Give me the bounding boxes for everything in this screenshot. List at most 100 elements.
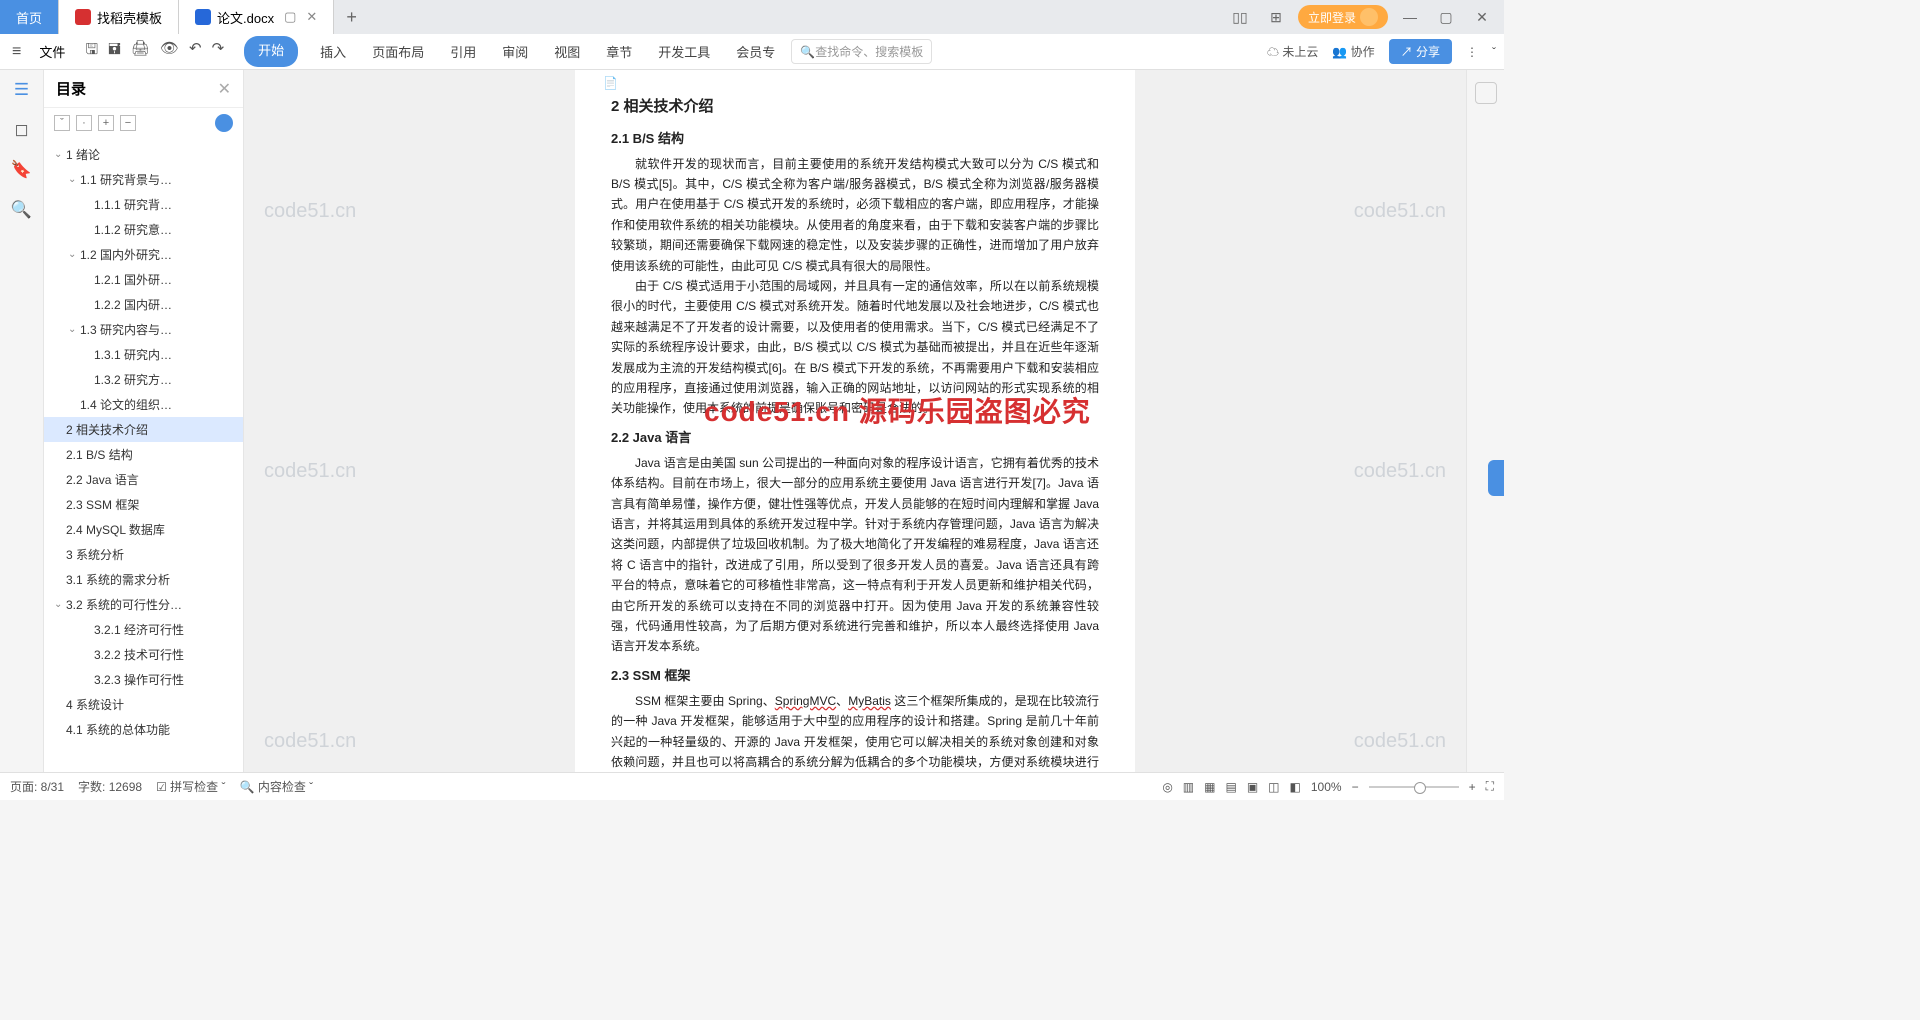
page-marker-icon[interactable]: 📄 [603,73,621,91]
view-read-icon[interactable]: ▣ [1247,780,1258,794]
ribbon-tab-review[interactable]: 审阅 [498,36,532,67]
outline-item[interactable]: 3.2.1 经济可行性 [44,617,243,642]
undo-icon[interactable]: ↶ [189,39,202,64]
collapse-ribbon-icon[interactable]: ˇ [1492,45,1496,59]
outline-item[interactable]: ⌄1.2 国内外研究… [44,242,243,267]
zoom-slider[interactable] [1369,786,1459,788]
close-icon[interactable]: ✕ [306,9,317,25]
ribbon-tab-devtools[interactable]: 开发工具 [654,36,714,67]
add-tab-button[interactable]: + [334,7,369,28]
close-window-icon[interactable]: ✕ [1468,3,1496,31]
ribbon-tab-insert[interactable]: 插入 [316,36,350,67]
login-label: 立即登录 [1308,9,1356,26]
outline-item[interactable]: 4.1 系统的总体功能 [44,717,243,742]
tab-template[interactable]: 找稻壳模板 [59,0,179,34]
ribbon-tab-member[interactable]: 会员专 [732,36,779,67]
outline-item[interactable]: 2.3 SSM 框架 [44,492,243,517]
minimize-icon[interactable]: — [1396,3,1424,31]
maximize-icon[interactable]: ▢ [1432,3,1460,31]
feedback-tab[interactable] [1488,460,1504,496]
outline-item[interactable]: 2 相关技术介绍 [44,417,243,442]
search-nav-icon[interactable]: 🔍 [11,200,32,220]
eye-icon[interactable]: ◎ [1162,780,1172,794]
file-menu[interactable]: 文件 [31,38,73,65]
tab-home[interactable]: 首页 [0,0,59,34]
outline-item[interactable]: 3 系统分析 [44,542,243,567]
ribbon-tab-sections[interactable]: 章节 [602,36,636,67]
view-outline-icon[interactable]: ▤ [1225,780,1236,794]
outline-item[interactable]: 4 系统设计 [44,692,243,717]
ribbon-search[interactable]: 🔍 查找命令、搜索模板 [791,39,932,64]
redo-icon[interactable]: ↷ [212,39,225,64]
outline-item[interactable]: ⌄1 绪论 [44,142,243,167]
outline-close-icon[interactable]: ✕ [218,79,231,99]
outline-title: 目录 [56,78,86,99]
tab-document[interactable]: 论文.docx▢✕ [179,0,334,34]
view-page-icon[interactable]: ▥ [1183,780,1194,794]
ribbon-tab-layout[interactable]: 页面布局 [368,36,428,67]
outline-item[interactable]: 2.1 B/S 结构 [44,442,243,467]
ruler-icon[interactable]: ◧ [1290,780,1301,794]
outline-item[interactable]: 1.3.2 研究方… [44,367,243,392]
outline-item[interactable]: 1.1.1 研究背… [44,192,243,217]
content-check[interactable]: 🔍 内容检查 ˇ [240,778,314,795]
outline-item[interactable]: 1.2.2 国内研… [44,292,243,317]
outline-item[interactable]: ⌄1.3 研究内容与… [44,317,243,342]
outline-item[interactable]: 1.2.1 国外研… [44,267,243,292]
bookmark-nav-icon[interactable]: ◻ [14,120,28,140]
remove-icon[interactable]: − [120,115,136,131]
apps-icon[interactable]: ⊞ [1262,3,1290,31]
outline-item[interactable]: ⌄3.2 系统的可行性分… [44,592,243,617]
sync-icon[interactable] [215,114,233,132]
outline-item[interactable]: 2.4 MySQL 数据库 [44,517,243,542]
outline-tools: ˇ · + − [44,108,243,138]
tab-home-label: 首页 [16,8,42,27]
collab-button[interactable]: 👥 协作 [1332,43,1374,60]
quick-access-toolbar: 🖫 🖬 🖨 👁 ↶ ↷ [85,39,224,64]
popout-icon[interactable]: ▢ [284,9,296,25]
save-icon[interactable]: 🖫 [85,39,98,64]
save-as-icon[interactable]: 🖬 [108,39,121,64]
watermark: code51.cn [264,730,356,753]
status-bar: 页面: 8/31 字数: 12698 ☑ 拼写检查 ˇ 🔍 内容检查 ˇ ◎ ▥… [0,772,1504,800]
avatar-icon [1360,8,1378,26]
word-count[interactable]: 字数: 12698 [78,778,142,795]
bookmark-icon[interactable]: 🔖 [11,160,32,180]
print-icon[interactable]: 🖨 [131,39,150,64]
outline-item[interactable]: ⌄1.1 研究背景与… [44,167,243,192]
split-icon[interactable]: ◫ [1268,780,1279,794]
ribbon-tab-references[interactable]: 引用 [446,36,480,67]
login-button[interactable]: 立即登录 [1298,5,1388,29]
outline-item[interactable]: 3.2.2 技术可行性 [44,642,243,667]
outline-icon[interactable]: ☰ [14,80,29,100]
outline-item[interactable]: 3.1 系统的需求分析 [44,567,243,592]
zoom-level[interactable]: 100% [1311,780,1342,794]
zoom-in-icon[interactable]: + [1469,780,1476,794]
zoom-out-icon[interactable]: − [1352,780,1359,794]
layout-icon[interactable]: ▯▯ [1226,3,1254,31]
fullscreen-icon[interactable]: ⛶ [1486,779,1494,794]
add-icon[interactable]: + [98,115,114,131]
expand-icon[interactable]: · [76,115,92,131]
outline-item[interactable]: 1.4 论文的组织… [44,392,243,417]
page-indicator[interactable]: 页面: 8/31 [10,778,64,795]
outline-item[interactable]: 3.2.3 操作可行性 [44,667,243,692]
right-sidebar [1466,70,1504,772]
spell-check[interactable]: ☑ 拼写检查 ˇ [156,778,225,795]
cloud-status[interactable]: ☁ 未上云 [1267,43,1318,60]
outline-panel: 目录 ✕ ˇ · + − ⌄1 绪论⌄1.1 研究背景与…1.1.1 研究背…1… [44,70,244,772]
more-icon[interactable]: ⋮ [1466,45,1478,59]
collapse-all-icon[interactable]: ˇ [54,115,70,131]
document-area[interactable]: code51.cn code51.cn code51.cn code51.cn … [244,70,1466,772]
outline-item[interactable]: 1.3.1 研究内… [44,342,243,367]
menu-icon[interactable]: ≡ [8,39,25,65]
right-panel-toggle-icon[interactable] [1475,82,1497,104]
ribbon-tab-start[interactable]: 开始 [244,36,298,67]
paragraph: Java 语言是由美国 sun 公司提出的一种面向对象的程序设计语言，它拥有着优… [611,453,1099,657]
preview-icon[interactable]: 👁 [160,39,179,64]
share-button[interactable]: ↗ 分享 [1389,39,1452,64]
outline-item[interactable]: 1.1.2 研究意… [44,217,243,242]
view-web-icon[interactable]: ▦ [1204,780,1215,794]
ribbon-tab-view[interactable]: 视图 [550,36,584,67]
outline-item[interactable]: 2.2 Java 语言 [44,467,243,492]
